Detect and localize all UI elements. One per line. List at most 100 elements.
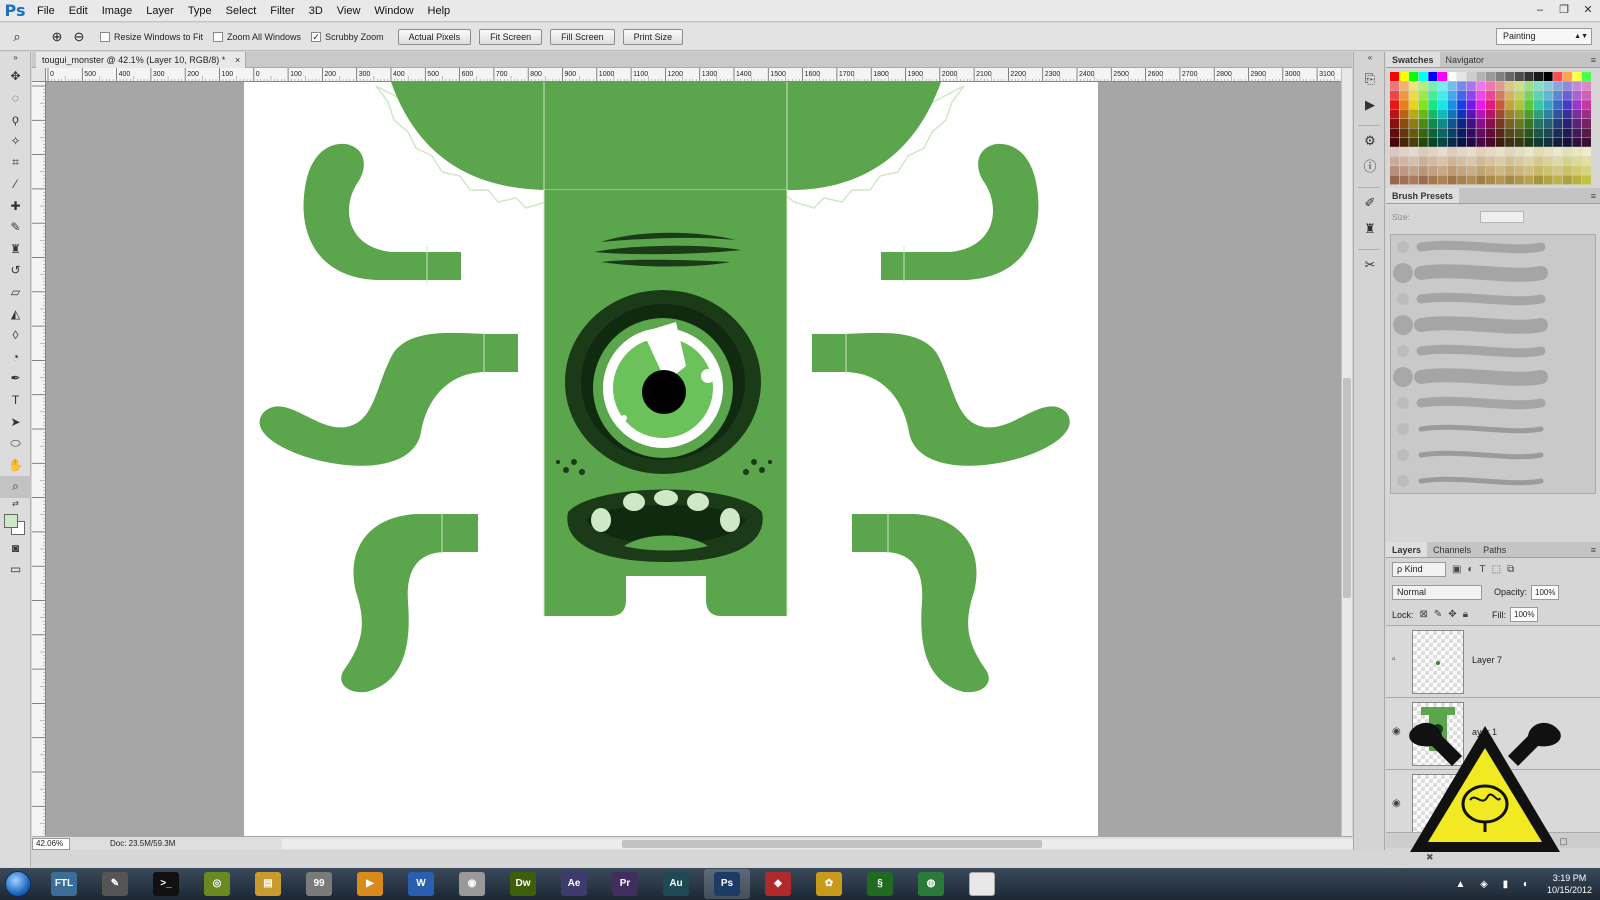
taskbar-chrome[interactable]: ◍ — [908, 869, 954, 899]
color-swatch[interactable] — [1572, 81, 1582, 91]
color-swatch[interactable] — [1438, 166, 1447, 175]
color-swatch[interactable] — [1409, 156, 1419, 166]
color-swatch[interactable] — [1457, 119, 1467, 128]
color-swatch[interactable] — [1534, 156, 1543, 166]
brush-list[interactable] — [1390, 234, 1596, 494]
color-swatch[interactable] — [1399, 147, 1409, 157]
fill-field[interactable]: 100% — [1510, 607, 1539, 622]
color-swatch[interactable] — [1524, 147, 1534, 157]
taskbar-red-app[interactable]: ◆ — [755, 869, 801, 899]
zoom-in-icon[interactable]: ⊕ — [46, 27, 68, 47]
vertical-scrollbar[interactable] — [1341, 68, 1352, 836]
color-swatch[interactable] — [1562, 72, 1572, 81]
color-swatch[interactable] — [1428, 72, 1438, 81]
eraser-tool-icon[interactable]: ▱ — [0, 282, 31, 304]
color-swatch[interactable] — [1447, 147, 1457, 157]
brush-tip-preview[interactable] — [1397, 423, 1409, 435]
hand-tool-icon[interactable]: ✋ — [0, 455, 31, 477]
color-swatch[interactable] — [1505, 100, 1515, 110]
dodge-tool-icon[interactable]: ◔ — [0, 347, 31, 369]
color-swatch[interactable] — [1466, 119, 1476, 128]
adjustments-icon[interactable]: ⚙ — [1354, 128, 1386, 154]
color-swatch[interactable] — [1495, 81, 1505, 91]
color-swatch[interactable] — [1399, 128, 1409, 138]
brush-stroke-preview[interactable] — [1414, 368, 1548, 386]
color-swatch[interactable] — [1428, 147, 1438, 157]
color-swatch[interactable] — [1553, 175, 1563, 185]
color-swatch[interactable] — [1428, 109, 1438, 119]
panel-menu-icon[interactable]: ≡ — [1591, 52, 1596, 68]
brush-stroke-preview[interactable] — [1418, 450, 1544, 460]
brush-tip-preview[interactable] — [1397, 475, 1409, 487]
blend-mode-select[interactable]: Normal — [1392, 584, 1482, 600]
color-swatch[interactable] — [1553, 128, 1563, 138]
color-swatch[interactable] — [1428, 81, 1438, 91]
taskbar-audition[interactable]: Au — [653, 869, 699, 899]
ruler-horizontal[interactable]: 0 500 400 300 200 100 0 100 200 300 400 500 600 700 80… — [46, 68, 1341, 82]
color-swatch[interactable] — [1447, 128, 1457, 138]
start-button[interactable] — [0, 868, 36, 900]
color-swatch[interactable] — [1534, 166, 1543, 175]
color-swatch[interactable] — [1534, 72, 1543, 81]
resize-windows-checkbox[interactable]: Resize Windows to Fit — [100, 31, 203, 42]
color-swatch[interactable] — [1524, 166, 1534, 175]
color-swatch[interactable] — [1534, 137, 1543, 147]
canvas-pasteboard[interactable] — [46, 82, 1341, 836]
color-swatch[interactable] — [1553, 119, 1563, 128]
color-swatch[interactable] — [1582, 147, 1591, 157]
color-swatch[interactable] — [1543, 72, 1553, 81]
color-swatch[interactable] — [1495, 137, 1505, 147]
zoom-out-icon[interactable]: ⊖ — [68, 27, 90, 47]
color-swatch[interactable] — [1514, 147, 1524, 157]
color-swatch[interactable] — [1418, 109, 1428, 119]
color-swatch[interactable] — [1572, 90, 1582, 100]
color-swatch[interactable] — [1582, 156, 1591, 166]
lasso-tool-icon[interactable]: ϙ — [0, 109, 31, 131]
color-swatch[interactable] — [1428, 166, 1438, 175]
color-swatch[interactable] — [1543, 90, 1553, 100]
color-swatch[interactable] — [1495, 119, 1505, 128]
taskbar-premiere[interactable]: Pr — [602, 869, 648, 899]
zoom-tool-icon[interactable]: ⌕ — [6, 27, 28, 47]
color-swatch[interactable] — [1438, 90, 1447, 100]
color-swatch[interactable] — [1466, 137, 1476, 147]
color-swatch[interactable] — [1514, 81, 1524, 91]
brush-tip-preview[interactable] — [1397, 293, 1409, 305]
panel-menu-icon[interactable]: ≡ — [1591, 188, 1596, 204]
artwork-canvas[interactable] — [46, 82, 1341, 836]
color-swatch[interactable] — [1409, 81, 1419, 91]
color-swatch[interactable] — [1447, 175, 1457, 185]
color-swatch[interactable] — [1553, 100, 1563, 110]
color-swatch[interactable] — [1438, 156, 1447, 166]
fill-screen-button[interactable]: Fill Screen — [550, 28, 615, 45]
color-swatch[interactable] — [1418, 166, 1428, 175]
menu-image[interactable]: Image — [95, 0, 140, 22]
color-swatch[interactable] — [1409, 147, 1419, 157]
color-swatch[interactable] — [1572, 109, 1582, 119]
horizontal-scrollbar[interactable] — [282, 839, 1362, 849]
lock-pixels-icon[interactable]: ✎ — [1434, 609, 1442, 620]
color-swatch[interactable] — [1447, 100, 1457, 110]
color-swatch[interactable] — [1543, 81, 1553, 91]
tab-channels[interactable]: Channels — [1427, 542, 1477, 557]
color-swatch[interactable] — [1562, 90, 1572, 100]
info-icon[interactable]: ⓘ — [1354, 154, 1386, 180]
color-swatch[interactable] — [1553, 147, 1563, 157]
color-swatch[interactable] — [1495, 109, 1505, 119]
screen-mode-icon[interactable]: ▭ — [0, 559, 31, 581]
color-swatch[interactable] — [1582, 90, 1591, 100]
color-swatch[interactable] — [1476, 147, 1486, 157]
color-swatch[interactable] — [1418, 137, 1428, 147]
color-swatch[interactable] — [1562, 119, 1572, 128]
color-swatch[interactable] — [1572, 175, 1582, 185]
color-swatch[interactable] — [1418, 128, 1428, 138]
color-swatch[interactable] — [1418, 100, 1428, 110]
brush-tool-icon[interactable]: ✎ — [0, 217, 31, 239]
menu-3d[interactable]: 3D — [302, 0, 330, 22]
crop-tool-icon[interactable]: ⌗ — [0, 152, 31, 174]
menu-filter[interactable]: Filter — [263, 0, 301, 22]
color-swatch[interactable] — [1582, 109, 1591, 119]
color-swatch[interactable] — [1514, 175, 1524, 185]
color-swatch[interactable] — [1466, 81, 1476, 91]
color-swatch[interactable] — [1466, 156, 1476, 166]
